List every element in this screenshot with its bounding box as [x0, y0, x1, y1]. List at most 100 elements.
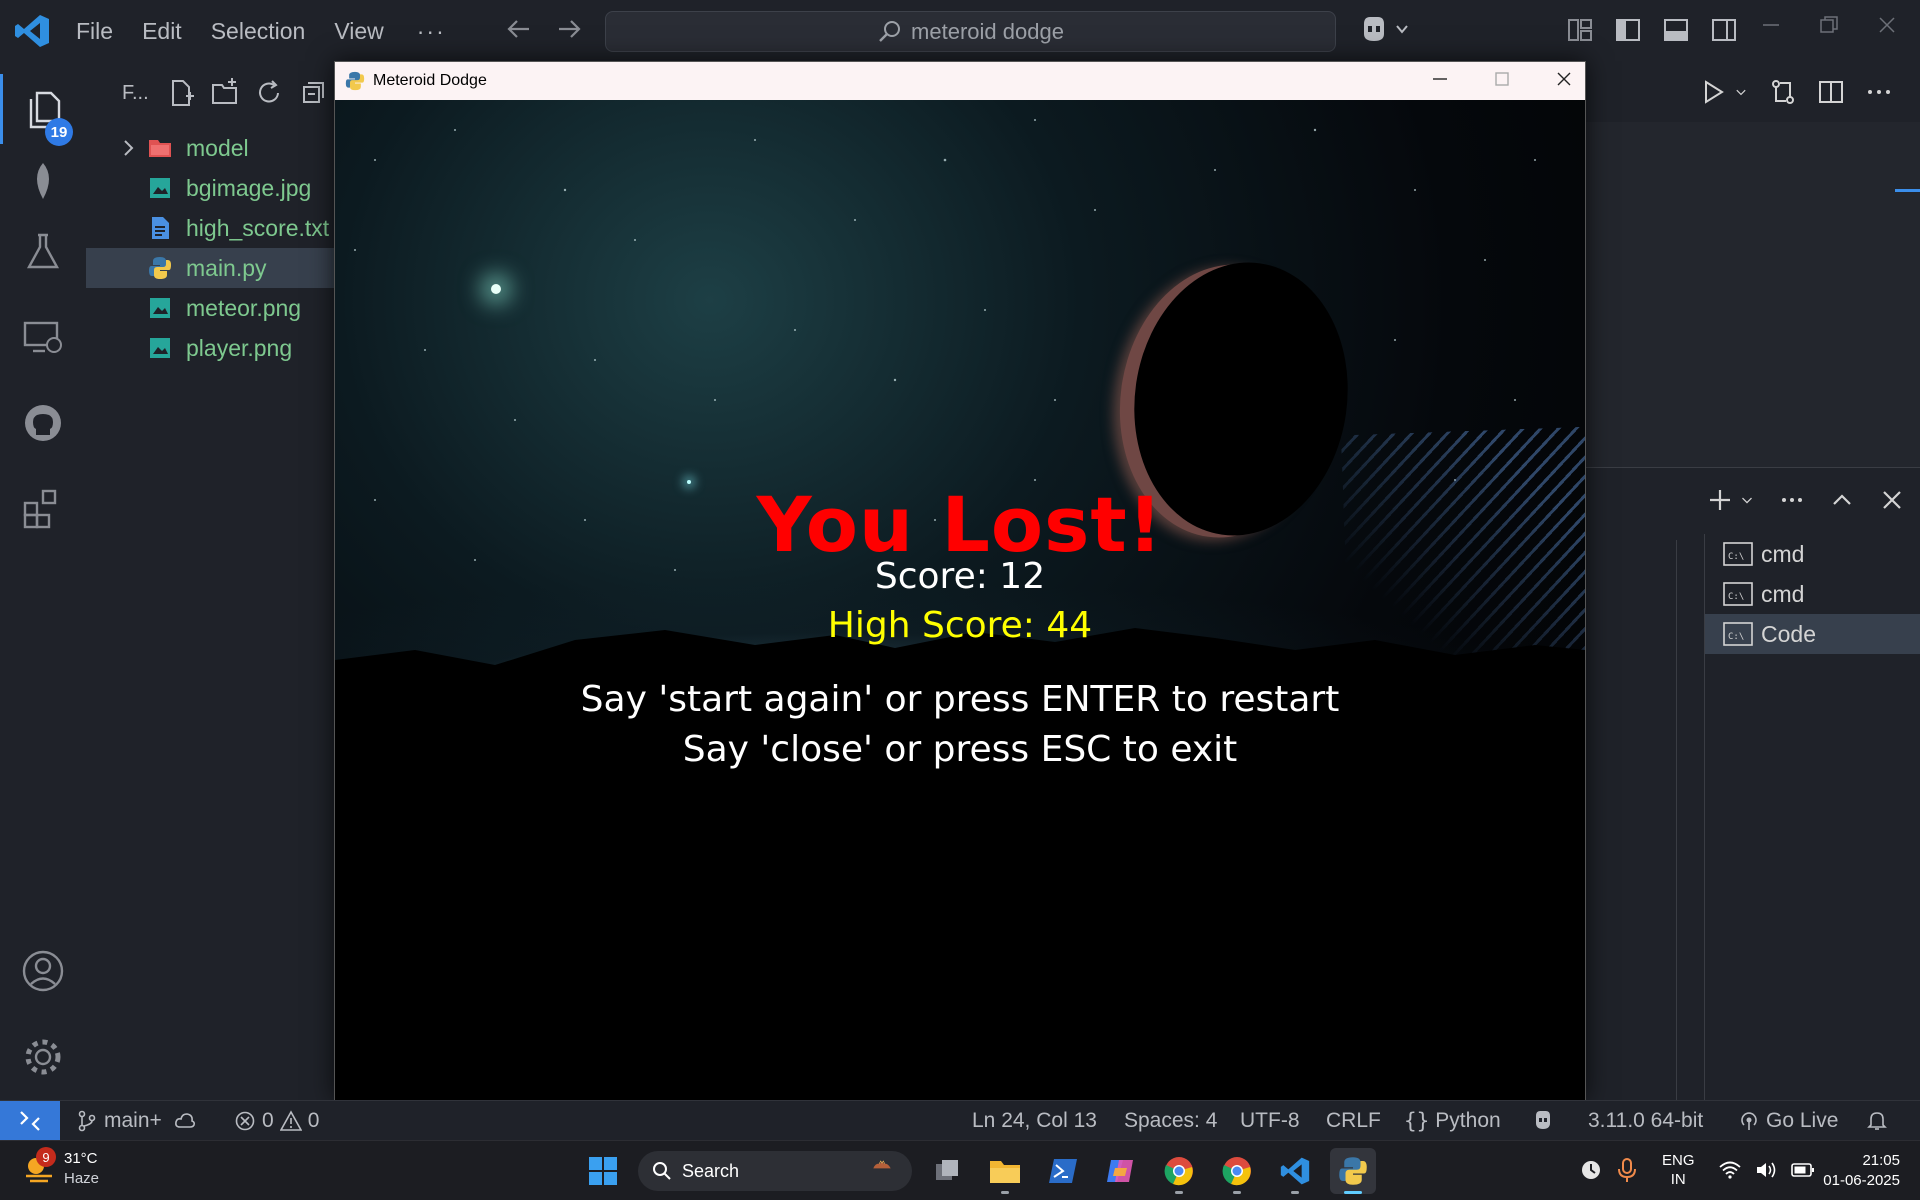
vscode-titlebar: File Edit Selection View ··· meteroid do…: [0, 0, 1920, 62]
minimize-icon[interactable]: [1429, 68, 1451, 90]
python-interpreter[interactable]: 3.11.0 64-bit: [1588, 1109, 1703, 1133]
terminal-item-code[interactable]: C:\ Code: [1705, 614, 1920, 654]
activity-accounts[interactable]: [0, 936, 86, 1006]
command-center-search[interactable]: meteroid dodge: [605, 11, 1336, 52]
running-indicator: [1233, 1191, 1241, 1194]
minimize-icon[interactable]: [1760, 14, 1782, 36]
run-icon[interactable]: [1698, 77, 1728, 107]
tray-app-icon[interactable]: [1580, 1159, 1602, 1181]
cursor-position[interactable]: Ln 24, Col 13: [972, 1109, 1097, 1133]
line-ending[interactable]: CRLF: [1326, 1109, 1381, 1133]
remote-icon: [20, 1111, 40, 1131]
system-clock[interactable]: 21:05 01-06-2025: [1810, 1151, 1900, 1191]
notifications-button[interactable]: [1866, 1109, 1888, 1131]
bright-star: [491, 284, 501, 294]
activity-explorer[interactable]: 19: [0, 74, 86, 146]
cloud-sync-icon[interactable]: [174, 1110, 196, 1132]
toggle-secondary-sidebar-icon[interactable]: [1710, 16, 1738, 44]
toggle-panel-icon[interactable]: [1662, 16, 1690, 44]
maximize-icon[interactable]: [1491, 68, 1513, 90]
compare-changes-icon[interactable]: [1768, 77, 1798, 107]
weather-widget[interactable]: 9 31°C Haze: [22, 1147, 99, 1189]
new-file-icon[interactable]: [166, 78, 196, 108]
menu-view[interactable]: View: [334, 18, 383, 45]
terminal-item-cmd-2[interactable]: C:\ cmd: [1705, 574, 1920, 614]
menu-selection[interactable]: Selection: [211, 18, 306, 45]
language-mode[interactable]: {} Python: [1404, 1109, 1501, 1133]
new-terminal-icon[interactable]: [1706, 486, 1734, 514]
tree-item-model[interactable]: model: [86, 128, 336, 168]
game-window[interactable]: Meteroid Dodge You Lost! Score: 12 High …: [334, 61, 1586, 1100]
copilot-app-button[interactable]: [1098, 1148, 1144, 1194]
chrome-button-2[interactable]: [1214, 1148, 1260, 1194]
back-arrow-icon[interactable]: [504, 14, 534, 44]
branch-name: main+: [104, 1109, 162, 1132]
copilot-status[interactable]: [1532, 1109, 1554, 1131]
copilot-button[interactable]: [1358, 14, 1410, 44]
start-button[interactable]: [580, 1148, 626, 1194]
split-editor-icon[interactable]: [1816, 77, 1846, 107]
activity-settings[interactable]: [0, 1022, 86, 1092]
chevron-down-icon[interactable]: [1738, 486, 1756, 514]
more-actions-icon[interactable]: [1864, 77, 1894, 107]
github-icon: [25, 405, 61, 441]
terminal-item-cmd-1[interactable]: C:\ cmd: [1705, 534, 1920, 574]
game-titlebar[interactable]: Meteroid Dodge: [335, 62, 1585, 100]
close-icon[interactable]: [1553, 68, 1575, 90]
running-indicator: [1175, 1191, 1183, 1194]
menu-more[interactable]: ···: [417, 18, 446, 45]
microphone-icon[interactable]: [1616, 1157, 1638, 1183]
file-explorer-button[interactable]: [982, 1148, 1028, 1194]
volume-icon[interactable]: [1755, 1160, 1777, 1180]
editor-area[interactable]: [1586, 122, 1920, 467]
problems-indicator[interactable]: 0 0: [234, 1109, 319, 1133]
activity-mongodb[interactable]: [0, 146, 86, 216]
game-canvas[interactable]: You Lost! Score: 12 High Score: 44 Say '…: [335, 100, 1585, 1100]
new-folder-icon[interactable]: [210, 78, 240, 108]
wifi-icon[interactable]: [1718, 1160, 1741, 1180]
taskbar-search[interactable]: Search: [638, 1151, 912, 1191]
tree-item-main-py[interactable]: main.py: [86, 248, 336, 288]
encoding[interactable]: UTF-8: [1240, 1109, 1300, 1133]
menu-edit[interactable]: Edit: [142, 18, 182, 45]
restore-icon[interactable]: [1818, 14, 1840, 36]
pygame-icon: [345, 71, 365, 91]
activity-github[interactable]: [0, 388, 86, 458]
close-panel-icon[interactable]: [1878, 486, 1906, 514]
indentation[interactable]: Spaces: 4: [1124, 1109, 1217, 1133]
more-actions-icon[interactable]: [1778, 486, 1806, 514]
image-file-icon: [150, 178, 170, 198]
go-live-button[interactable]: Go Live: [1738, 1109, 1838, 1133]
forward-arrow-icon[interactable]: [554, 14, 584, 44]
powershell-button[interactable]: [1040, 1148, 1086, 1194]
close-icon[interactable]: [1876, 14, 1898, 36]
svg-text:C:\: C:\: [1728, 552, 1744, 562]
vscode-button[interactable]: [1272, 1148, 1318, 1194]
python-app-button[interactable]: [1330, 1148, 1376, 1194]
menu-file[interactable]: File: [76, 18, 113, 45]
collapse-all-icon[interactable]: [298, 78, 328, 108]
customize-layout-icon[interactable]: [1566, 16, 1594, 44]
refresh-icon[interactable]: [254, 78, 284, 108]
score-text: Score: 12: [874, 556, 1046, 597]
chrome-button-1[interactable]: [1156, 1148, 1202, 1194]
task-view-button[interactable]: [924, 1148, 970, 1194]
chrome-icon: [1164, 1157, 1193, 1186]
chevron-down-icon[interactable]: [1732, 77, 1750, 107]
tree-item-high-score[interactable]: high_score.txt: [86, 208, 336, 248]
explorer-actions: [166, 78, 328, 108]
toggle-primary-sidebar-icon[interactable]: [1614, 16, 1642, 44]
braces-icon: {}: [1404, 1109, 1430, 1133]
activity-remote-explorer[interactable]: [0, 302, 86, 372]
activity-testing[interactable]: [0, 216, 86, 286]
tree-item-bgimage[interactable]: bgimage.jpg: [86, 168, 336, 208]
running-indicator: [1344, 1191, 1362, 1194]
activity-extensions[interactable]: [0, 474, 86, 544]
tree-item-player[interactable]: player.png: [86, 328, 336, 368]
branch-indicator[interactable]: main+: [76, 1109, 196, 1133]
tree-item-label: high_score.txt: [186, 214, 330, 241]
tree-item-meteor[interactable]: meteor.png: [86, 288, 336, 328]
maximize-panel-icon[interactable]: [1828, 486, 1856, 514]
remote-indicator[interactable]: [0, 1101, 60, 1141]
input-language[interactable]: ENG IN: [1662, 1151, 1695, 1189]
